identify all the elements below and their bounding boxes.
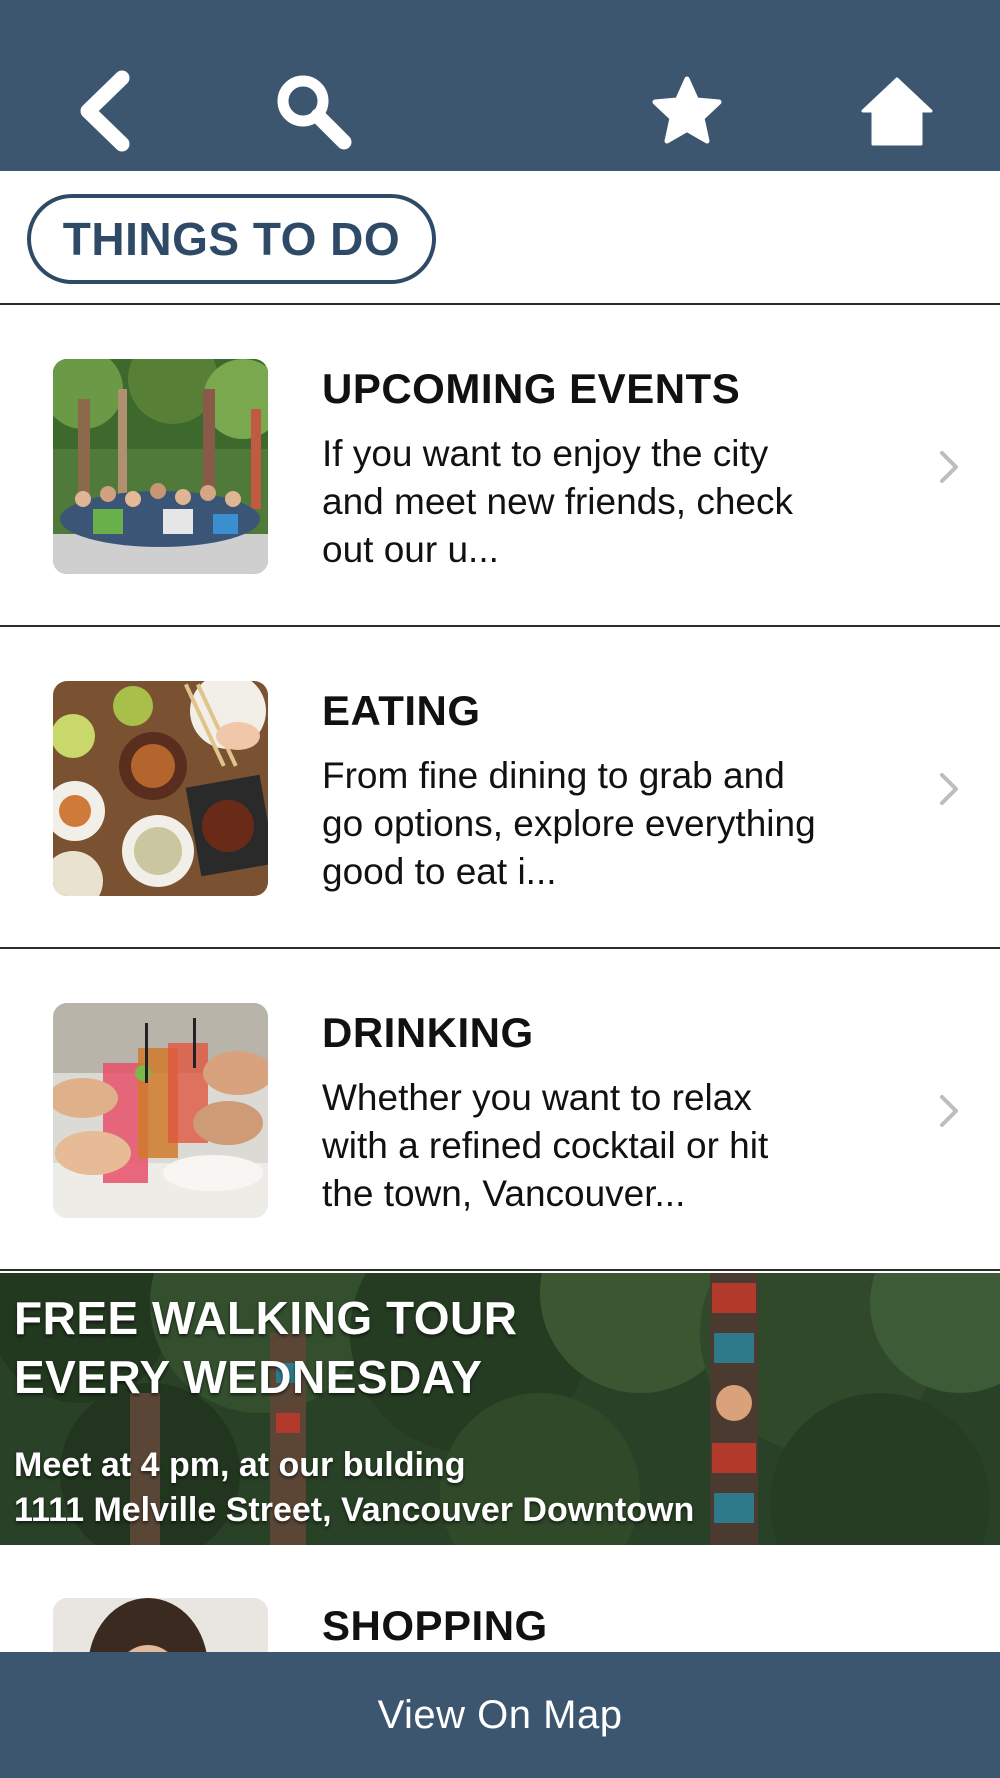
item-description: If you want to enjoy the city and meet n… bbox=[322, 433, 793, 570]
back-button[interactable] bbox=[60, 66, 150, 156]
section-title-pill: THINGS TO DO bbox=[27, 194, 436, 284]
banner-headline-line-2: EVERY WEDNESDAY bbox=[14, 1351, 483, 1403]
list-item-upcoming-events[interactable]: UPCOMING EVENTS If you want to enjoy the… bbox=[0, 305, 1000, 627]
walking-tour-banner[interactable]: FREE WALKING TOUR EVERY WEDNESDAY Meet a… bbox=[0, 1273, 1000, 1545]
banner-headline-line-1: FREE WALKING TOUR bbox=[14, 1292, 518, 1344]
chevron-right-icon bbox=[940, 1095, 958, 1127]
top-nav-bar bbox=[0, 0, 1000, 171]
banner-meeting-time: Meet at 4 pm, at our bulding bbox=[14, 1446, 466, 1484]
section-header: THINGS TO DO bbox=[0, 171, 1000, 305]
list-item-eating[interactable]: EATING From fine dining to grab and go o… bbox=[0, 627, 1000, 949]
chevron-left-icon bbox=[80, 70, 130, 152]
app-screen: THINGS TO DO UPCOMING EVENTS If you want… bbox=[0, 0, 1000, 1778]
item-title: DRINKING bbox=[322, 1009, 534, 1056]
home-button[interactable] bbox=[852, 66, 942, 156]
view-on-map-label: View On Map bbox=[377, 1692, 623, 1737]
search-icon bbox=[277, 75, 352, 150]
list-item-drinking[interactable]: DRINKING Whether you want to relax with … bbox=[0, 949, 1000, 1271]
item-description: From fine dining to grab and go options,… bbox=[322, 755, 816, 892]
favorites-button[interactable] bbox=[642, 66, 732, 156]
search-button[interactable] bbox=[268, 66, 358, 156]
view-on-map-button[interactable]: View On Map bbox=[0, 1652, 1000, 1778]
item-title: SHOPPING bbox=[322, 1602, 548, 1649]
category-list: UPCOMING EVENTS If you want to enjoy the… bbox=[0, 305, 1000, 1271]
item-title: UPCOMING EVENTS bbox=[322, 365, 741, 412]
star-icon bbox=[652, 76, 722, 144]
home-icon bbox=[861, 77, 933, 146]
banner-address: 1111 Melville Street, Vancouver Downtown bbox=[14, 1491, 695, 1529]
chevron-right-icon bbox=[940, 451, 958, 483]
eating-thumbnail bbox=[53, 681, 268, 896]
drinking-thumbnail bbox=[53, 1003, 268, 1218]
chevron-right-icon bbox=[940, 773, 958, 805]
item-description: Whether you want to relax with a refined… bbox=[322, 1077, 769, 1214]
item-title: EATING bbox=[322, 687, 481, 734]
upcoming-events-thumbnail bbox=[53, 359, 268, 574]
